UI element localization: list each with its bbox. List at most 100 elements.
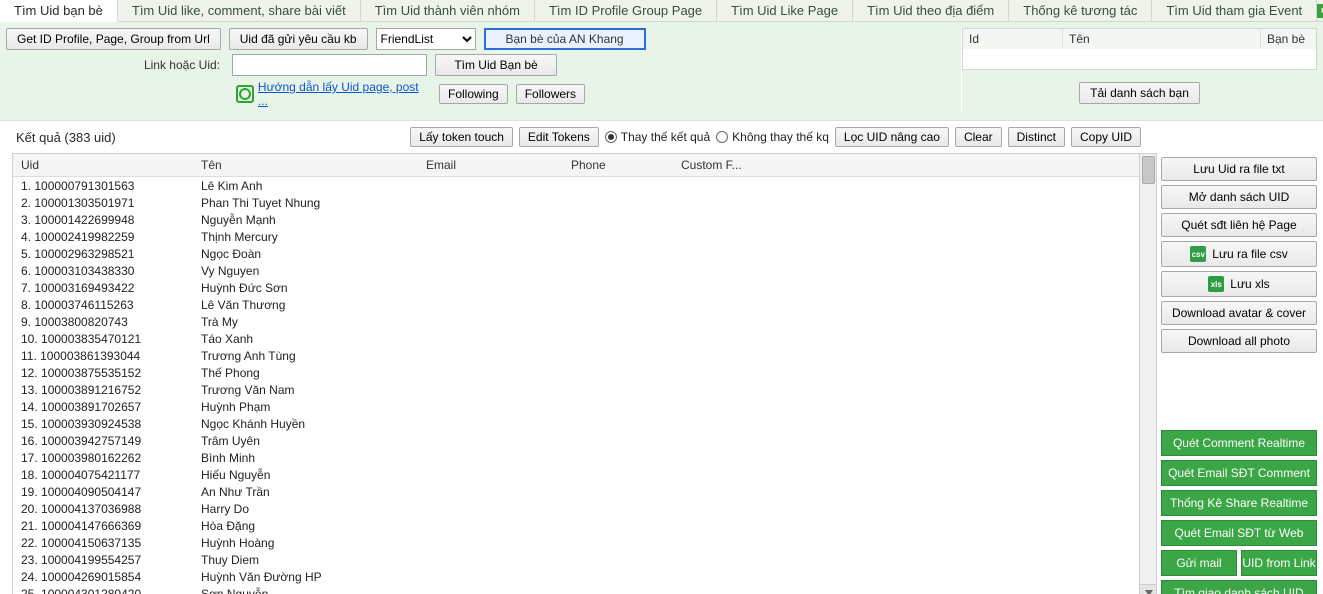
uid-da-gui-button[interactable]: Uid đã gửi yêu cầu kb xyxy=(229,28,368,50)
following-button[interactable]: Following xyxy=(439,84,508,104)
scrollbar-thumb[interactable] xyxy=(1142,156,1155,184)
phone-cell xyxy=(571,485,681,499)
table-row[interactable]: 8. 100003746115263Lê Văn Thương xyxy=(13,296,1139,313)
copy-uid-button[interactable]: Copy UID xyxy=(1071,127,1141,147)
search-icon xyxy=(236,85,254,103)
table-row[interactable]: 18. 100004075421177Hiếu Nguyễn xyxy=(13,466,1139,483)
tai-danh-sach-button[interactable]: Tải danh sách bạn xyxy=(1079,82,1200,104)
tab-scroll-icon[interactable]: ▸ xyxy=(1317,4,1323,18)
tab-uid-like-page[interactable]: Tìm Uid Like Page xyxy=(717,0,853,21)
table-row[interactable]: 19. 100004090504147An Như Trần xyxy=(13,483,1139,500)
table-row[interactable]: 10. 100003835470121Táo Xanh xyxy=(13,330,1139,347)
tim-uid-banbe-button[interactable]: Tìm Uid Bạn bè xyxy=(435,54,557,76)
tab-thong-ke[interactable]: Thống kê tương tác xyxy=(1009,0,1152,21)
tab-uid-nhom[interactable]: Tìm Uid thành viên nhóm xyxy=(361,0,535,21)
email-cell xyxy=(426,434,571,448)
khong-thay-radio[interactable]: Không thay thế kq xyxy=(716,130,829,144)
friendlist-select[interactable]: FriendList xyxy=(376,28,476,50)
name-cell: Ngọc Đoàn xyxy=(201,247,426,261)
phone-cell xyxy=(571,434,681,448)
table-row[interactable]: 24. 100004269015854Huỳnh Văn Đường HP xyxy=(13,568,1139,585)
table-row[interactable]: 17. 100003980162262Bình Minh xyxy=(13,449,1139,466)
link-uid-label: Link hoặc Uid: xyxy=(6,58,224,72)
email-cell xyxy=(426,400,571,414)
table-row[interactable]: 5. 100002963298521Ngọc Đoàn xyxy=(13,245,1139,262)
uid-from-link-button[interactable]: UID from Link xyxy=(1241,550,1317,576)
table-row[interactable]: 4. 100002419982259Thịnh Mercury xyxy=(13,228,1139,245)
distinct-button[interactable]: Distinct xyxy=(1008,127,1065,147)
table-row[interactable]: 3. 100001422699948Nguyễn Mạnh xyxy=(13,211,1139,228)
thay-the-radio[interactable]: Thay thế kết quả xyxy=(605,130,710,144)
uid-cell: 5. 100002963298521 xyxy=(21,247,201,261)
scroll-down-icon[interactable] xyxy=(1140,584,1157,594)
name-cell: Lê Văn Thương xyxy=(201,298,426,312)
mini-col-ten[interactable]: Tên xyxy=(1063,29,1261,49)
thong-ke-share-button[interactable]: Thống Kê Share Realtime xyxy=(1161,490,1317,516)
table-row[interactable]: 11. 100003861393044Trương Anh Tùng xyxy=(13,347,1139,364)
col-uid[interactable]: Uid xyxy=(13,154,193,177)
phone-cell xyxy=(571,281,681,295)
grid-scrollbar[interactable] xyxy=(1139,154,1156,594)
col-custom[interactable]: Custom F... xyxy=(673,154,1139,177)
quet-email-sdt-comment-button[interactable]: Quét Email SĐT Comment xyxy=(1161,460,1317,486)
tab-uid-event[interactable]: Tìm Uid tham gia Event xyxy=(1152,0,1317,21)
custom-cell xyxy=(681,332,1131,346)
huong-dan-link[interactable]: Hướng dẫn lấy Uid page, post ... xyxy=(258,80,431,108)
table-row[interactable]: 20. 100004137036988Harry Do xyxy=(13,500,1139,517)
custom-cell xyxy=(681,315,1131,329)
table-row[interactable]: 22. 100004150637135Huỳnh Hoàng xyxy=(13,534,1139,551)
lay-token-button[interactable]: Lấy token touch xyxy=(410,127,513,147)
tim-giao-uid-button[interactable]: Tìm giao danh sách UID xyxy=(1161,580,1317,594)
table-row[interactable]: 25. 100004301280420Sơn Nguyễn xyxy=(13,585,1139,594)
quet-email-sdt-web-button[interactable]: Quét Email SĐT từ Web xyxy=(1161,520,1317,546)
save-xls-button[interactable]: xlsLưu xls xyxy=(1161,271,1317,297)
clear-button[interactable]: Clear xyxy=(955,127,1002,147)
download-avatar-button[interactable]: Download avatar & cover xyxy=(1161,301,1317,325)
name-cell: Huỳnh Văn Đường HP xyxy=(201,570,426,584)
uid-cell: 4. 100002419982259 xyxy=(21,230,201,244)
table-row[interactable]: 1. 100000791301563Lê Kim Anh xyxy=(13,177,1139,194)
col-ten[interactable]: Tên xyxy=(193,154,418,177)
open-uid-button[interactable]: Mở danh sách UID xyxy=(1161,185,1317,209)
table-row[interactable]: 21. 100004147666369Hòa Đặng xyxy=(13,517,1139,534)
loc-uid-button[interactable]: Lọc UID nâng cao xyxy=(835,127,949,147)
col-phone[interactable]: Phone xyxy=(563,154,673,177)
table-row[interactable]: 13. 100003891216752Trương Văn Nam xyxy=(13,381,1139,398)
email-cell xyxy=(426,553,571,567)
mini-col-banbe[interactable]: Bạn bè xyxy=(1261,29,1316,49)
tab-uid-banbe[interactable]: Tìm Uid bạn bè xyxy=(0,0,118,22)
tab-id-profile-group[interactable]: Tìm ID Profile Group Page xyxy=(535,0,717,21)
tab-uid-dia-diem[interactable]: Tìm Uid theo địa điểm xyxy=(853,0,1009,21)
table-row[interactable]: 14. 100003891702657Huỳnh Phạm xyxy=(13,398,1139,415)
table-row[interactable]: 2. 100001303501971Phan Thi Tuyet Nhung xyxy=(13,194,1139,211)
save-txt-button[interactable]: Lưu Uid ra file txt xyxy=(1161,157,1317,181)
uid-cell: 8. 100003746115263 xyxy=(21,298,201,312)
custom-cell xyxy=(681,587,1131,594)
link-uid-input[interactable] xyxy=(232,54,427,76)
custom-cell xyxy=(681,230,1131,244)
table-row[interactable]: 12. 100003875535152Thế Phong xyxy=(13,364,1139,381)
save-csv-label: Lưu ra file csv xyxy=(1212,247,1287,261)
edit-tokens-button[interactable]: Edit Tokens xyxy=(519,127,599,147)
table-row[interactable]: 16. 100003942757149Trâm Uyên xyxy=(13,432,1139,449)
table-row[interactable]: 9. 10003800820743Trà My xyxy=(13,313,1139,330)
get-id-from-url-button[interactable]: Get ID Profile, Page, Group from Url xyxy=(6,28,221,50)
table-row[interactable]: 15. 100003930924538Ngọc Khánh Huyền xyxy=(13,415,1139,432)
gui-mail-button[interactable]: Gửi mail xyxy=(1161,550,1237,576)
phone-cell xyxy=(571,587,681,594)
email-cell xyxy=(426,196,571,210)
download-photo-button[interactable]: Download all photo xyxy=(1161,329,1317,353)
quet-comment-realtime-button[interactable]: Quét Comment Realtime xyxy=(1161,430,1317,456)
mini-col-id[interactable]: Id xyxy=(963,29,1063,49)
email-cell xyxy=(426,519,571,533)
quet-sdt-button[interactable]: Quét sđt liên hệ Page xyxy=(1161,213,1317,237)
table-row[interactable]: 7. 100003169493422Huỳnh Đức Sơn xyxy=(13,279,1139,296)
col-email[interactable]: Email xyxy=(418,154,563,177)
followers-button[interactable]: Followers xyxy=(516,84,585,104)
custom-cell xyxy=(681,536,1131,550)
table-row[interactable]: 23. 100004199554257Thuy Diem xyxy=(13,551,1139,568)
table-row[interactable]: 6. 100003103438330Vy Nguyen xyxy=(13,262,1139,279)
phone-cell xyxy=(571,417,681,431)
tab-uid-like-comment[interactable]: Tìm Uid like, comment, share bài viết xyxy=(118,0,361,21)
save-csv-button[interactable]: csvLưu ra file csv xyxy=(1161,241,1317,267)
